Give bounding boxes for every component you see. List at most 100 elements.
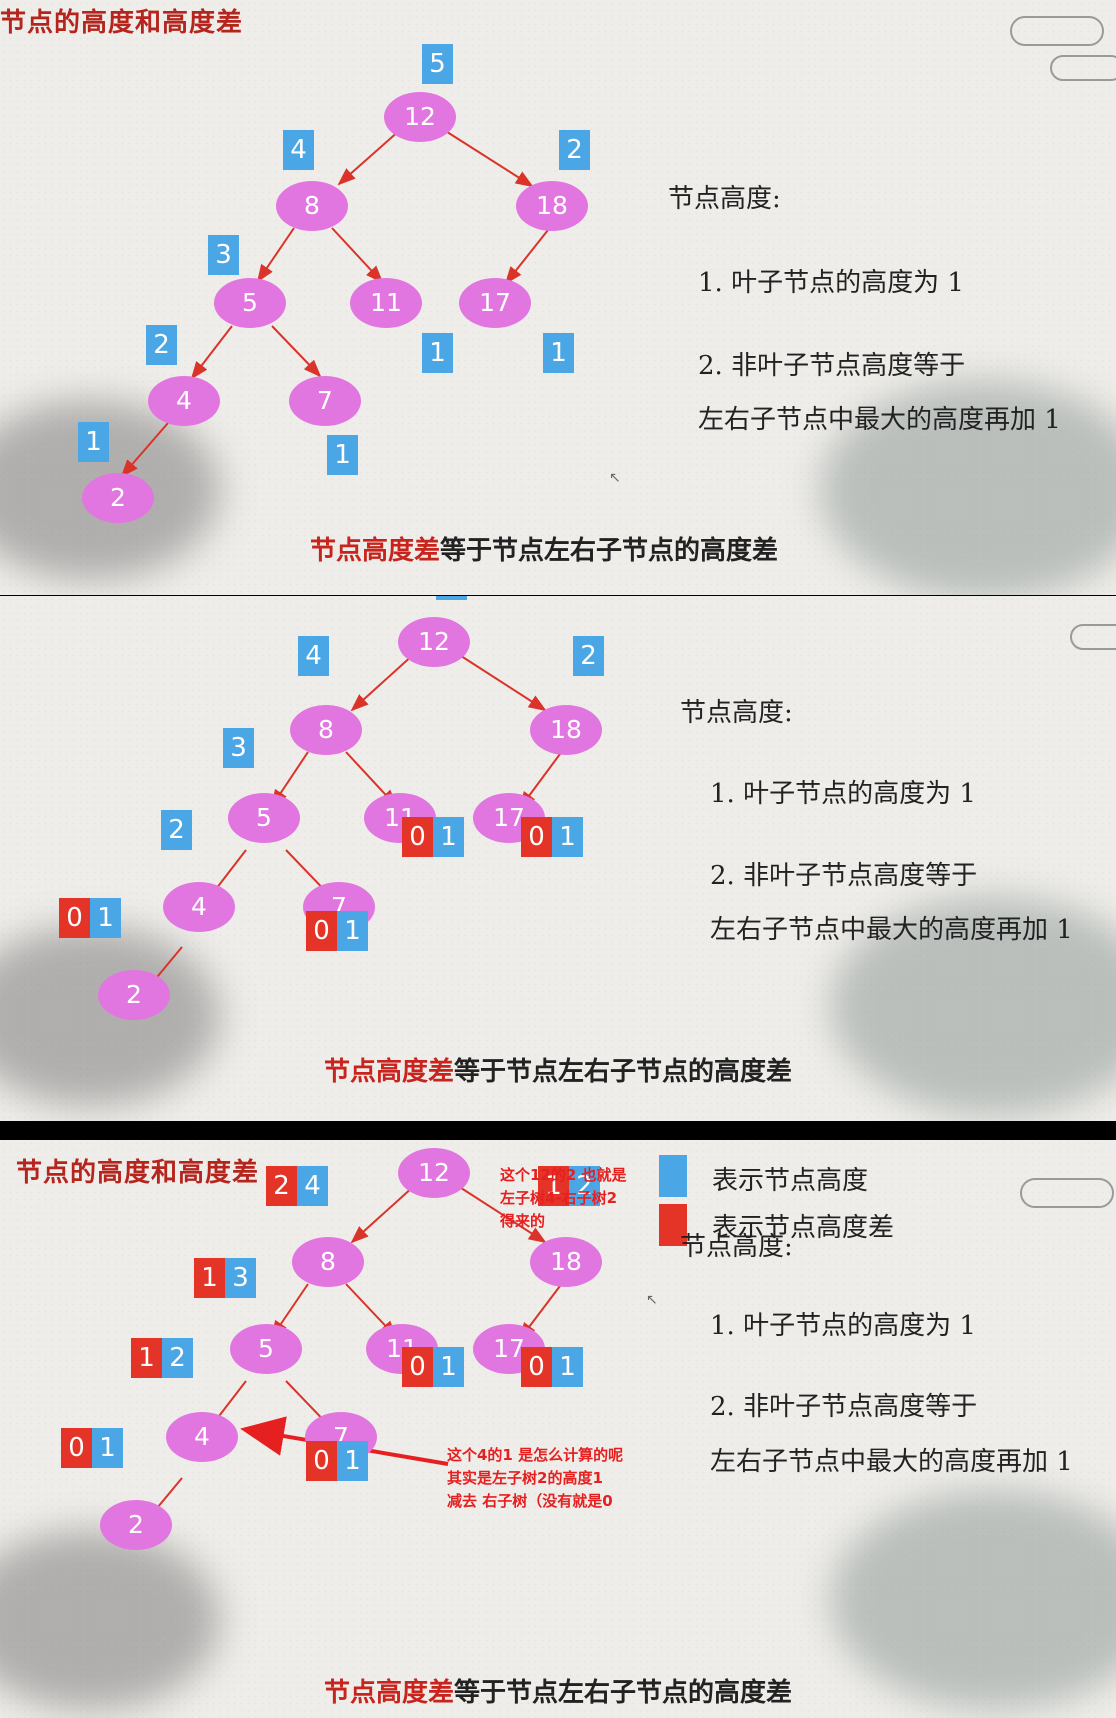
caption-rest: 等于节点左右子节点的高度差	[454, 1057, 793, 1087]
annotation-line: 这个12的2 也就是	[500, 1166, 627, 1184]
pair-badge-7: 01	[306, 1441, 368, 1481]
tree-node-4: 4	[163, 882, 235, 932]
rule-2b: 左右子节点中最大的高度再加 1	[698, 405, 1061, 435]
annotation-line: 左子树4-右子树2	[500, 1189, 618, 1207]
edge-12-18	[443, 129, 534, 188]
diff-value: 0	[402, 1347, 433, 1387]
edge-12-18	[457, 653, 547, 712]
tree-node-2: 2	[82, 473, 154, 523]
rule-2b: 左右子节点中最大的高度再加 1	[710, 1447, 1073, 1477]
height-badge-17: 1	[543, 333, 574, 373]
height-badge-11: 1	[422, 333, 453, 373]
height-badge-4: 2	[161, 810, 192, 850]
height-value: 3	[223, 728, 254, 768]
pair-badge-8: 24	[266, 1166, 328, 1206]
tree-node-18: 18	[530, 705, 602, 755]
bottom-caption: 节点高度差等于节点左右子节点的高度差	[324, 1672, 792, 1709]
diff-value: 0	[402, 817, 433, 857]
diff-value: 1	[194, 1258, 225, 1298]
edge-4-2	[120, 422, 169, 478]
height-value: 1	[78, 422, 109, 462]
height-value: 1	[543, 333, 574, 373]
tree-node-18: 18	[516, 181, 588, 231]
edge-8-11	[331, 227, 384, 284]
height-badge-18: 2	[559, 130, 590, 170]
diff-value: 0	[306, 911, 337, 951]
height-badge-18: 2	[573, 636, 604, 676]
cursor-icon: ↖	[646, 1292, 658, 1308]
height-value: 1	[327, 435, 358, 475]
pair-badge-4: 12	[131, 1338, 193, 1378]
panel-heights-and-differences: 节点的高度和高度差 12 8 18 5 11 17 4 7 2 25 24 12…	[0, 1140, 1116, 1718]
tree-node-17: 17	[459, 278, 531, 328]
rule-2a: 2. 非叶子节点高度等于	[698, 351, 966, 381]
height-badge-5: 3	[223, 728, 254, 768]
height-value: 1	[433, 817, 464, 857]
edge-12-8	[350, 1185, 415, 1244]
legend-height-swatch	[659, 1155, 687, 1197]
annotation-line: 减去 右子树（没有就是0	[447, 1492, 613, 1510]
edge-12-8	[337, 129, 401, 186]
pair-badge-2: 01	[59, 898, 121, 938]
height-value: 1	[422, 333, 453, 373]
panel-heights: 节点的高度和高度差 12 8 18 5 11 17 4 7 2 5 4 2 3 …	[0, 0, 1116, 595]
height-badge-12: 5	[422, 44, 453, 84]
height-value: 1	[337, 1441, 368, 1481]
rules-heading: 节点高度:	[668, 184, 781, 214]
edge-18-17	[504, 229, 549, 285]
caption-red-part: 节点高度差	[310, 536, 441, 566]
annotation-root-diff: 这个12的2 也就是 左子树4-右子树2 得来的	[500, 1164, 627, 1233]
tree-node-2: 2	[98, 970, 170, 1020]
tree-node-2: 2	[100, 1500, 172, 1550]
bottom-caption: 节点高度差等于节点左右子节点的高度差	[324, 1051, 792, 1088]
diff-value: 1	[131, 1338, 162, 1378]
height-value: 1	[92, 1428, 123, 1468]
height-value: 4	[297, 1166, 328, 1206]
pair-badge-2: 01	[61, 1428, 123, 1468]
rule-1: 1. 叶子节点的高度为 1	[710, 779, 976, 809]
tree-node-12: 12	[398, 1148, 470, 1198]
rules-heading: 节点高度:	[680, 1232, 793, 1262]
rule-1: 1. 叶子节点的高度为 1	[710, 1311, 976, 1341]
tree-node-5: 5	[230, 1324, 302, 1374]
height-value: 3	[208, 235, 239, 275]
height-value: 1	[337, 911, 368, 951]
tree-node-18: 18	[530, 1237, 602, 1287]
height-badge-8: 4	[283, 130, 314, 170]
caption-rest: 等于节点左右子节点的高度差	[440, 536, 779, 566]
height-value: 5	[436, 596, 467, 600]
annotation-node4-diff: 这个4的1 是怎么计算的呢 其实是左子树2的高度1 减去 右子树（没有就是0	[447, 1444, 623, 1513]
height-value: 4	[283, 130, 314, 170]
rule-2a: 2. 非叶子节点高度等于	[710, 1392, 978, 1422]
edge-5-7	[271, 325, 322, 378]
tree-node-12: 12	[384, 92, 456, 142]
height-badge-7: 1	[327, 435, 358, 475]
height-badge-12: 5	[436, 596, 467, 600]
height-value: 5	[422, 44, 453, 84]
height-value: 2	[573, 636, 604, 676]
annotation-line: 得来的	[500, 1212, 546, 1230]
height-value: 2	[146, 325, 177, 365]
caption-red-part: 节点高度差	[324, 1057, 455, 1087]
height-value: 2	[162, 1338, 193, 1378]
tree-node-4: 4	[166, 1412, 238, 1462]
height-value: 1	[433, 1347, 464, 1387]
bottom-caption: 节点高度差等于节点左右子节点的高度差	[310, 530, 778, 567]
pair-badge-17: 01	[521, 1347, 583, 1387]
pair-badge-7: 01	[306, 911, 368, 951]
diff-value: 0	[521, 817, 552, 857]
diff-value: 0	[59, 898, 90, 938]
annotation-line: 这个4的1 是怎么计算的呢	[447, 1446, 624, 1464]
height-value: 2	[559, 130, 590, 170]
pair-badge-11: 01	[402, 1347, 464, 1387]
height-value: 1	[552, 817, 583, 857]
height-value: 1	[552, 1347, 583, 1387]
height-value: 4	[298, 636, 329, 676]
tree-node-7: 7	[289, 376, 361, 426]
height-badge-5: 3	[208, 235, 239, 275]
edge-5-4	[190, 325, 233, 380]
annotation-line: 其实是左子树2的高度1	[447, 1469, 603, 1487]
cursor-icon: ↖	[609, 470, 621, 486]
diff-value: 0	[306, 1441, 337, 1481]
legend-height-label: 表示节点高度	[712, 1166, 869, 1196]
